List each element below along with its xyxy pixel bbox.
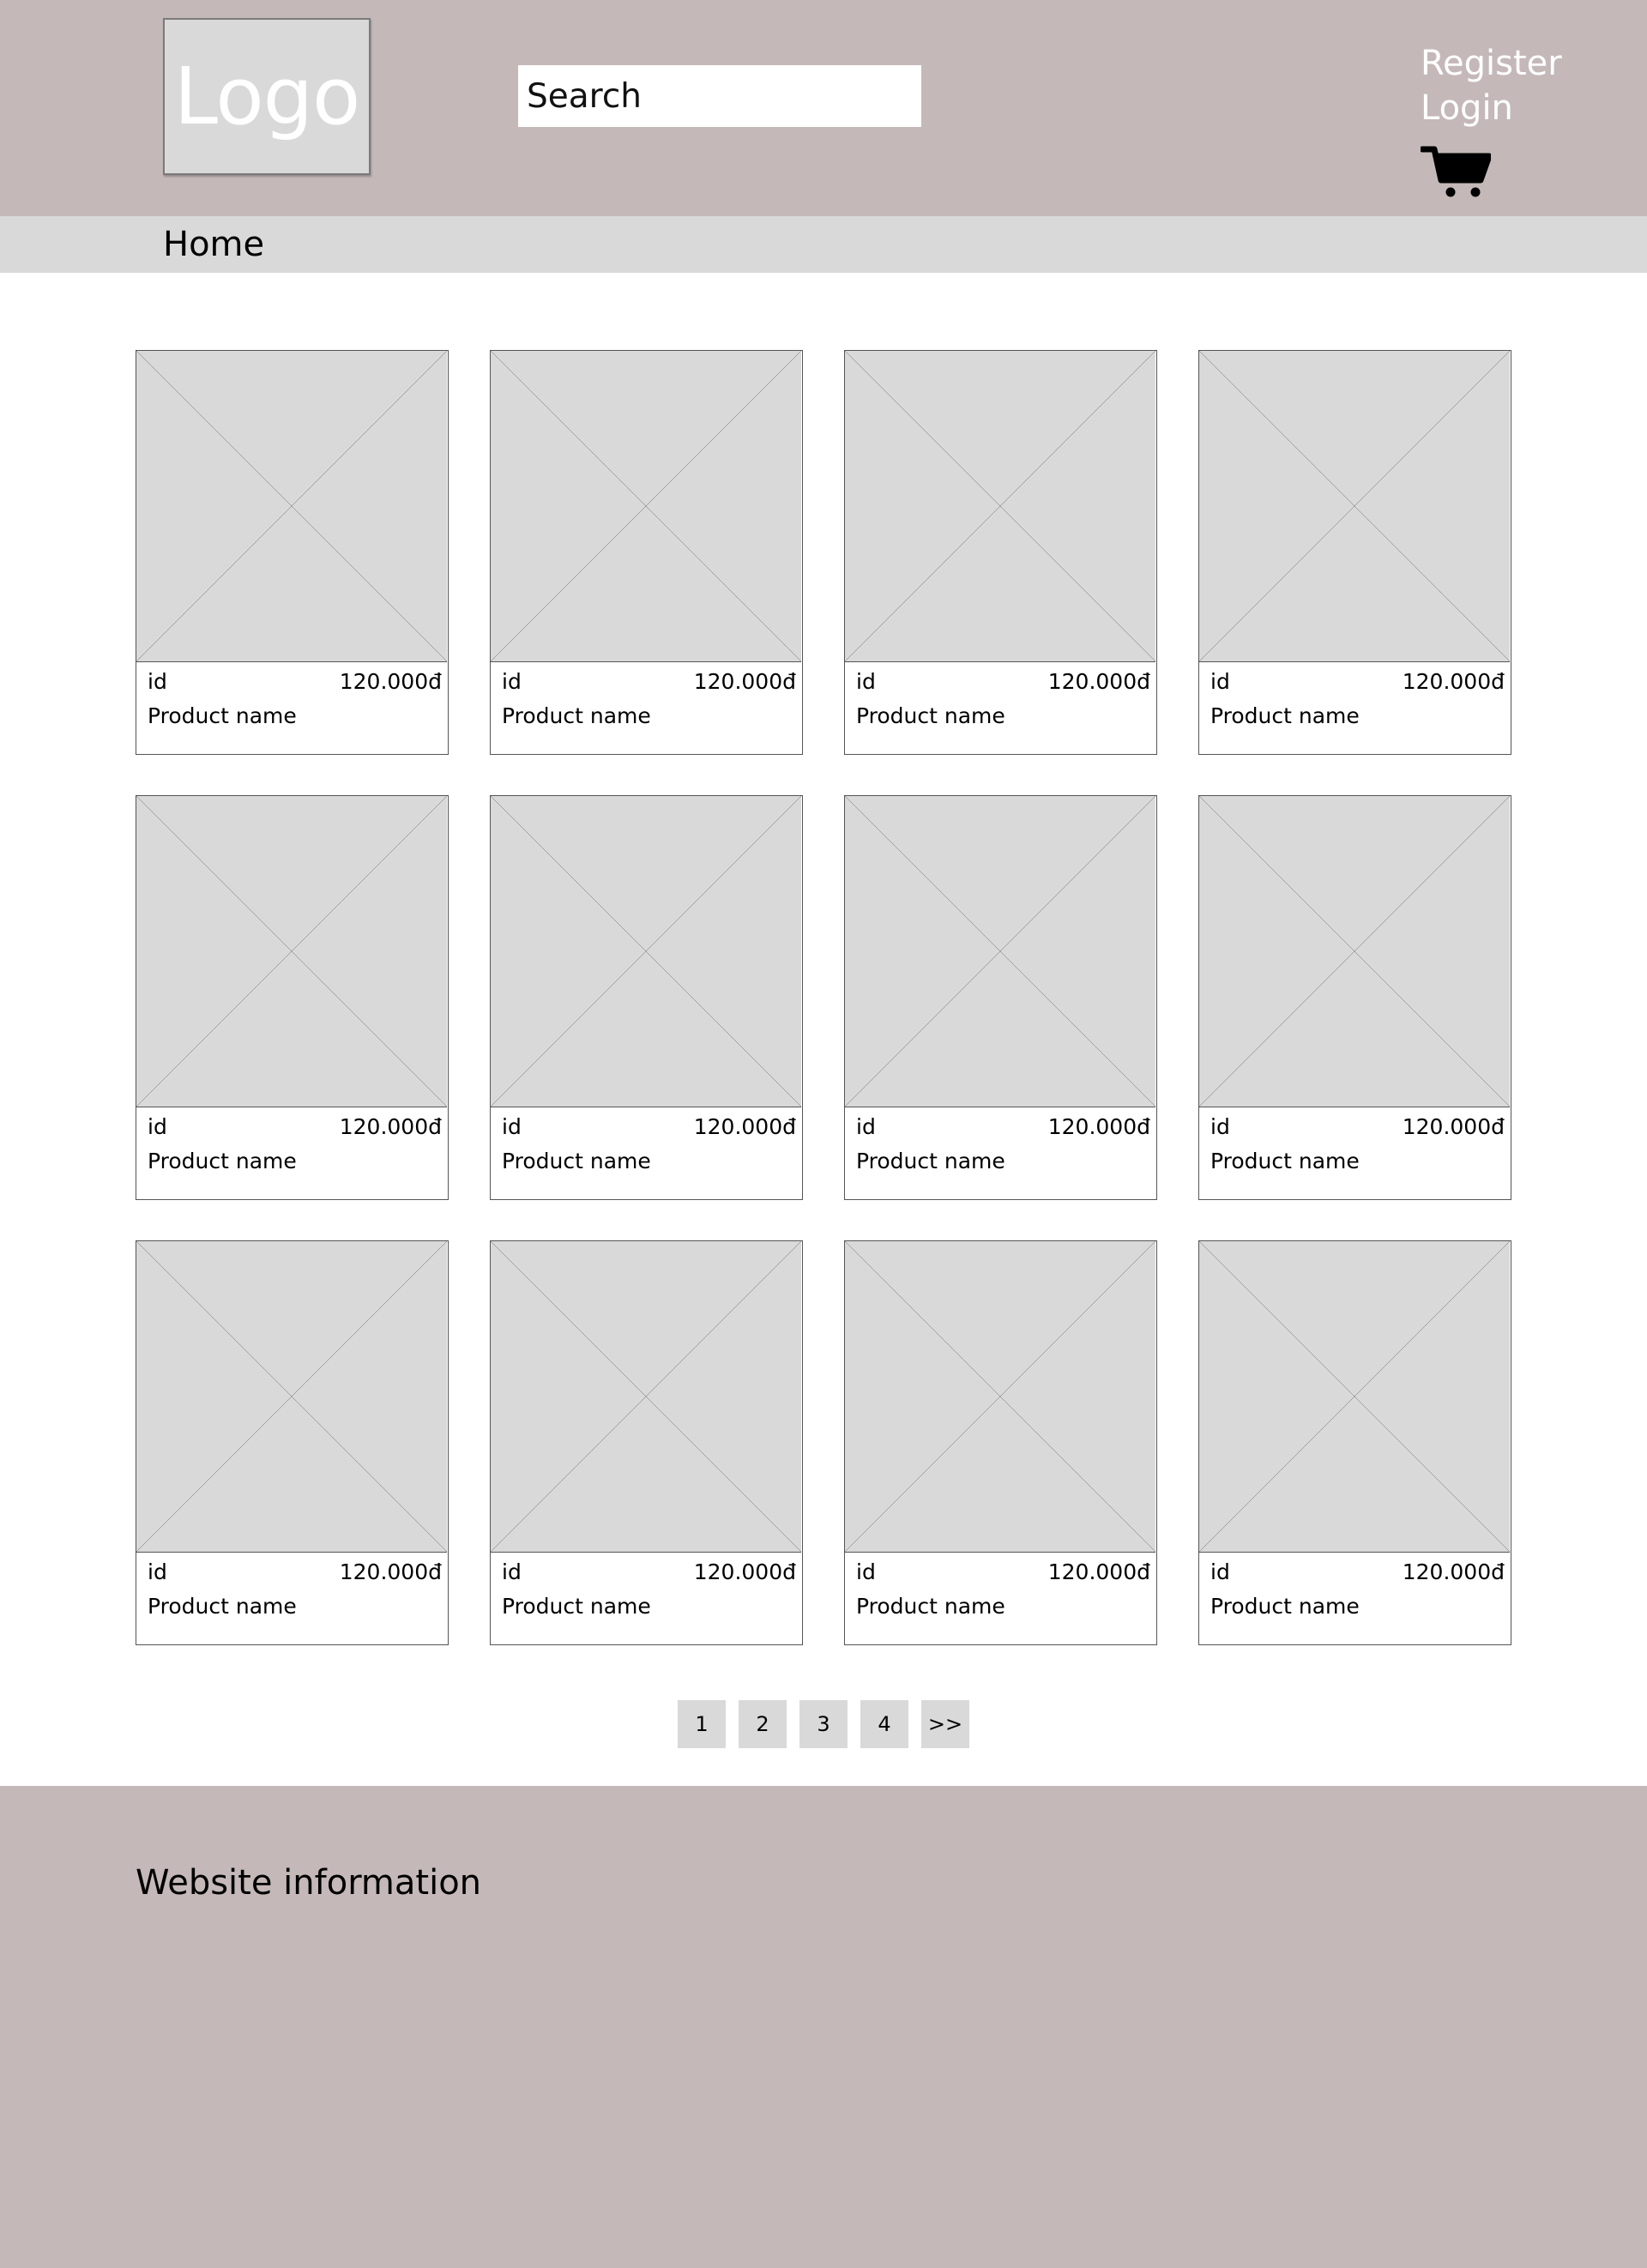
product-name: Product name [502,1594,651,1619]
product-price: 120.000đ [339,1559,442,1584]
nav-home-link[interactable]: Home [163,223,264,266]
product-image-placeholder [136,796,447,1107]
product-price: 120.000đ [1047,1114,1150,1139]
page-button-2[interactable]: 2 [739,1700,787,1748]
product-card[interactable]: id 120.000đ Product name [844,795,1157,1200]
site-footer: Website information [0,1786,1647,2268]
product-price: 120.000đ [1047,1559,1150,1584]
product-card[interactable]: id 120.000đ Product name [844,1240,1157,1645]
product-image-placeholder [491,796,801,1107]
product-id: id [1210,669,1230,694]
product-id: id [856,669,876,694]
product-id: id [1210,1114,1230,1139]
product-card[interactable]: id 120.000đ Product name [490,350,803,755]
product-name: Product name [856,703,1005,728]
nav-bar: Home [0,216,1647,273]
page-button-3[interactable]: 3 [799,1700,848,1748]
product-id: id [148,669,167,694]
product-card[interactable]: id 120.000đ Product name [844,350,1157,755]
product-image-placeholder [491,351,801,662]
product-name: Product name [856,1594,1005,1619]
product-card[interactable]: id 120.000đ Product name [490,1240,803,1645]
product-card[interactable]: id 120.000đ Product name [136,350,449,755]
logo[interactable]: Logo [163,18,371,175]
product-id: id [502,669,522,694]
auth-links: Register Login [1421,41,1562,130]
product-price: 120.000đ [339,1114,442,1139]
page-button-1[interactable]: 1 [678,1700,726,1748]
product-name: Product name [502,703,651,728]
page-button-4[interactable]: 4 [860,1700,908,1748]
product-image-placeholder [1199,796,1510,1107]
product-price: 120.000đ [339,669,442,694]
product-name: Product name [148,1149,297,1173]
product-card[interactable]: id 120.000đ Product name [1198,1240,1511,1645]
product-name: Product name [502,1149,651,1173]
cart-icon[interactable] [1419,144,1493,199]
product-price: 120.000đ [1402,1114,1505,1139]
product-image-placeholder [1199,1241,1510,1553]
product-image-placeholder [1199,351,1510,662]
product-price: 120.000đ [1402,1559,1505,1584]
next-page-button[interactable]: >> [921,1700,969,1748]
product-grid: id 120.000đ Product name id 120.000đ Product … [136,350,1511,1645]
product-name: Product name [1210,1594,1360,1619]
logo-text: Logo [173,50,361,142]
footer-title: Website information [136,1863,482,1903]
product-name: Product name [1210,1149,1360,1173]
product-price: 120.000đ [693,669,796,694]
product-image-placeholder [845,1241,1155,1553]
product-image-placeholder [845,351,1155,662]
product-id: id [502,1114,522,1139]
product-card[interactable]: id 120.000đ Product name [1198,795,1511,1200]
product-price: 120.000đ [1402,669,1505,694]
product-name: Product name [1210,703,1360,728]
product-id: id [856,1559,876,1584]
site-header: Logo Register Login [0,0,1647,216]
search-input[interactable] [518,65,921,127]
product-price: 120.000đ [693,1114,796,1139]
login-link[interactable]: Login [1421,86,1562,130]
product-id: id [856,1114,876,1139]
product-name: Product name [856,1149,1005,1173]
register-link[interactable]: Register [1421,41,1562,86]
product-name: Product name [148,703,297,728]
product-card[interactable]: id 120.000đ Product name [490,795,803,1200]
product-card[interactable]: id 120.000đ Product name [1198,350,1511,755]
product-card[interactable]: id 120.000đ Product name [136,795,449,1200]
product-price: 120.000đ [693,1559,796,1584]
product-image-placeholder [845,796,1155,1107]
product-name: Product name [148,1594,297,1619]
product-price: 120.000đ [1047,669,1150,694]
product-image-placeholder [136,1241,447,1553]
product-id: id [148,1559,167,1584]
product-image-placeholder [491,1241,801,1553]
product-image-placeholder [136,351,447,662]
product-id: id [148,1114,167,1139]
pagination: 1 2 3 4 >> [678,1700,969,1748]
product-id: id [1210,1559,1230,1584]
product-card[interactable]: id 120.000đ Product name [136,1240,449,1645]
product-id: id [502,1559,522,1584]
